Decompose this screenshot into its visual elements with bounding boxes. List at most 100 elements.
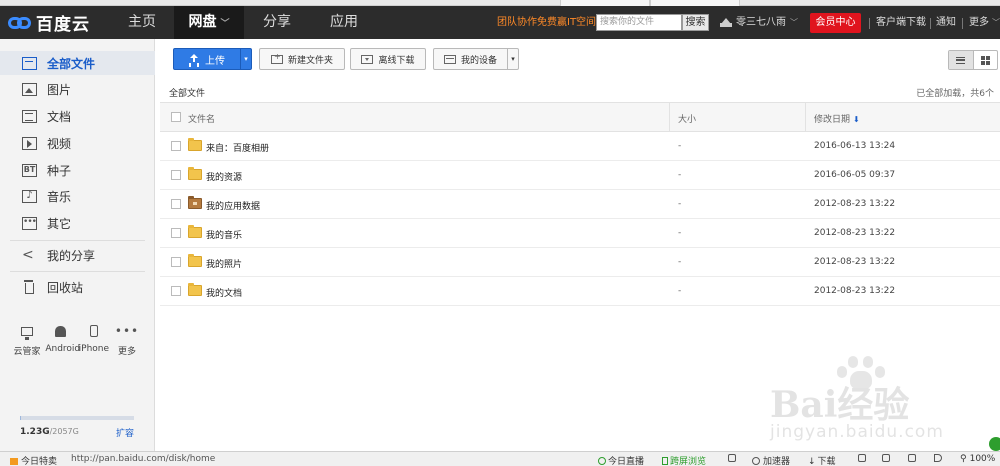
sidebar-item-recycle-bin[interactable]: 回收站 bbox=[0, 275, 155, 299]
crown-icon bbox=[720, 18, 732, 27]
row-checkbox[interactable] bbox=[171, 286, 181, 296]
monitor-icon bbox=[21, 326, 33, 340]
promo-link[interactable]: 团队协作免费赢IT空间 bbox=[497, 6, 596, 39]
today-live-link[interactable]: 今日直播 bbox=[598, 454, 644, 466]
table-row[interactable]: 来自：百度相册 - 2016-06-13 13:24 bbox=[160, 132, 1000, 161]
file-name[interactable]: 我的资源 bbox=[206, 170, 242, 183]
upload-label: 上传 bbox=[205, 55, 225, 67]
refresh-icon[interactable] bbox=[728, 454, 736, 464]
device-iphone[interactable]: iPhone bbox=[79, 323, 109, 357]
user-menu[interactable]: 零三七八雨 ﹀ bbox=[720, 6, 798, 39]
nav-divider bbox=[962, 18, 963, 29]
speaker-icon[interactable] bbox=[934, 454, 942, 464]
table-row[interactable]: 我的音乐 - 2012-08-23 13:22 bbox=[160, 219, 1000, 248]
sidebar-toggle-icon[interactable] bbox=[858, 454, 866, 464]
notifications-link[interactable]: 通知 bbox=[936, 6, 956, 39]
sidebar-item-label: 音乐 bbox=[47, 189, 72, 204]
row-checkbox[interactable] bbox=[171, 257, 181, 267]
load-status: 已全部加载，共6个 bbox=[916, 89, 994, 99]
table-row[interactable]: 我的照片 - 2012-08-23 13:22 bbox=[160, 248, 1000, 277]
upload-dropdown[interactable]: ▾ bbox=[240, 49, 251, 69]
sidebar-item-documents[interactable]: 文档 bbox=[0, 104, 155, 128]
sidebar-item-images[interactable]: 图片 bbox=[0, 77, 155, 101]
new-folder-label: 新建文件夹 bbox=[287, 55, 333, 66]
sidebar-item-videos[interactable]: 视频 bbox=[0, 131, 155, 155]
file-name[interactable]: 我的音乐 bbox=[206, 228, 242, 241]
more-label: 更多 bbox=[969, 17, 989, 28]
baidu-cloud-logo[interactable]: 百度云 bbox=[8, 10, 90, 35]
file-name[interactable]: 我的照片 bbox=[206, 257, 242, 270]
baidu-jingyan-watermark: Bai经验 jingyan.baidu.com bbox=[770, 356, 980, 446]
table-row[interactable]: 我的文档 - 2012-08-23 13:22 bbox=[160, 277, 1000, 306]
expand-storage-link[interactable]: 扩容 bbox=[116, 426, 134, 439]
video-icon bbox=[22, 136, 37, 150]
cross-screen-link[interactable]: 跨屏浏览 bbox=[662, 454, 706, 466]
new-folder-button[interactable]: 新建文件夹 bbox=[259, 48, 345, 70]
column-header-date[interactable]: 修改日期 ⬇ bbox=[814, 112, 860, 125]
my-devices-dropdown[interactable]: ▾ bbox=[507, 49, 518, 69]
grid-view-button[interactable] bbox=[974, 51, 998, 69]
device-more[interactable]: ••• 更多 bbox=[112, 323, 142, 357]
bt-icon: BT bbox=[22, 163, 37, 177]
sidebar-item-all-files[interactable]: 全部文件 bbox=[0, 51, 155, 75]
sort-down-icon: ⬇ bbox=[853, 115, 860, 124]
today-deals-link[interactable]: 今日特卖 bbox=[10, 454, 57, 466]
screenshot-icon[interactable] bbox=[882, 454, 890, 464]
list-view-button[interactable] bbox=[949, 51, 974, 69]
nav-share[interactable]: 分享 bbox=[253, 6, 301, 39]
table-row[interactable]: 我的应用数据 - 2012-08-23 13:22 bbox=[160, 190, 1000, 219]
vip-center-button[interactable]: 会员中心 bbox=[810, 13, 861, 33]
image-icon bbox=[22, 82, 37, 96]
upload-button[interactable]: 上传 ▾ bbox=[173, 48, 252, 70]
sidebar-item-torrents[interactable]: BT 种子 bbox=[0, 158, 155, 182]
row-checkbox[interactable] bbox=[171, 141, 181, 151]
device-icon bbox=[443, 54, 456, 64]
upload-icon bbox=[189, 54, 199, 64]
zoom-control[interactable]: ⚲ 100% bbox=[960, 454, 995, 464]
sidebar-item-music[interactable]: ♪ 音乐 bbox=[0, 184, 155, 208]
top-navbar: 百度云 主页 网盘 ﹀ 分享 应用 团队协作免费赢IT空间 搜索你的文件 搜索 零… bbox=[0, 6, 1000, 39]
column-header-date-label: 修改日期 bbox=[814, 115, 851, 125]
chevron-down-icon: ﹀ bbox=[992, 18, 1000, 27]
upload-main[interactable]: 上传 bbox=[174, 49, 240, 69]
row-checkbox[interactable] bbox=[171, 199, 181, 209]
column-header-name[interactable]: 文件名 bbox=[188, 112, 215, 125]
table-row[interactable]: 我的资源 - 2016-06-05 09:37 bbox=[160, 161, 1000, 190]
zoom-icon: ⚲ bbox=[960, 454, 967, 464]
column-header-size[interactable]: 大小 bbox=[678, 112, 696, 125]
floating-action-button[interactable] bbox=[989, 437, 1000, 451]
nav-apps[interactable]: 应用 bbox=[320, 6, 368, 39]
window-icon[interactable] bbox=[908, 454, 916, 464]
breadcrumb[interactable]: 全部文件 bbox=[169, 86, 205, 99]
file-name[interactable]: 来自：百度相册 bbox=[206, 141, 269, 154]
sidebar-item-label: 其它 bbox=[47, 216, 72, 231]
chevron-down-icon: ﹀ bbox=[790, 18, 798, 27]
nav-divider bbox=[869, 18, 870, 29]
row-checkbox[interactable] bbox=[171, 170, 181, 180]
search-button[interactable]: 搜索 bbox=[682, 14, 709, 31]
nav-home[interactable]: 主页 bbox=[118, 6, 166, 39]
device-label: 更多 bbox=[117, 347, 136, 357]
device-android[interactable]: Android bbox=[45, 323, 80, 357]
logo-text: 百度云 bbox=[36, 15, 90, 35]
browser-status-bar: 今日特卖 http://pan.baidu.com/disk/home 今日直播… bbox=[0, 451, 1000, 466]
search-input[interactable]: 搜索你的文件 bbox=[596, 14, 682, 31]
my-devices-button[interactable]: 我的设备 ▾ bbox=[433, 48, 519, 70]
sidebar-item-other[interactable]: ••• 其它 bbox=[0, 211, 155, 235]
accelerator-link[interactable]: 加速器 bbox=[752, 454, 790, 466]
nav-netdisk[interactable]: 网盘 ﹀ bbox=[174, 6, 244, 39]
more-menu[interactable]: 更多 ﹀ bbox=[969, 6, 1000, 39]
folder-icon bbox=[188, 225, 202, 238]
file-name[interactable]: 我的应用数据 bbox=[206, 199, 260, 212]
downloads-link[interactable]: ↓ 下载 bbox=[808, 454, 836, 466]
row-checkbox[interactable] bbox=[171, 228, 181, 238]
file-size: - bbox=[678, 170, 682, 180]
file-name[interactable]: 我的文档 bbox=[206, 286, 242, 299]
device-cloud-manager[interactable]: 云管家 bbox=[12, 323, 42, 357]
sidebar-item-my-shares[interactable]: < 我的分享 bbox=[0, 243, 155, 267]
select-all-checkbox[interactable] bbox=[171, 112, 181, 122]
sidebar-item-label: 视频 bbox=[47, 136, 72, 151]
client-download-link[interactable]: 客户端下载 bbox=[876, 6, 926, 39]
offline-download-button[interactable]: 离线下载 bbox=[350, 48, 426, 70]
other-icon: ••• bbox=[22, 216, 37, 230]
